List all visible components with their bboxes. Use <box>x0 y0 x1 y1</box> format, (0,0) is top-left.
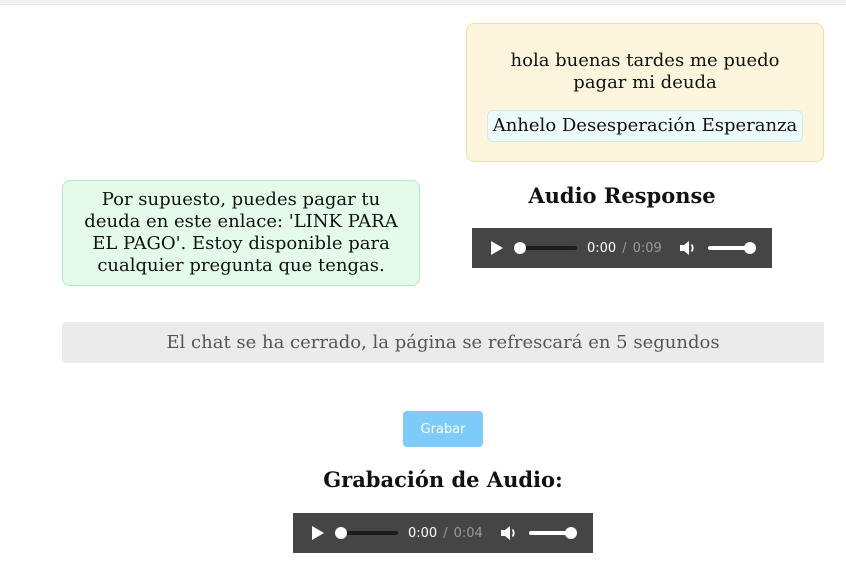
volume-icon[interactable] <box>500 525 518 541</box>
seek-slider[interactable] <box>335 527 398 539</box>
seek-knob[interactable] <box>335 527 347 539</box>
bot-message-text: Por supuesto, puedes pagar tu deuda en e… <box>84 189 398 276</box>
seek-knob[interactable] <box>514 242 526 254</box>
user-message-bubble: hola buenas tardes me puedo pagar mi deu… <box>466 23 824 162</box>
duration: 0:09 <box>632 240 662 256</box>
recording-player[interactable]: 0:00 / 0:04 <box>293 513 593 553</box>
audio-response-player[interactable]: 0:00 / 0:09 <box>472 228 772 268</box>
recording-heading: Grabación de Audio: <box>323 467 563 492</box>
volume-slider[interactable] <box>707 242 756 254</box>
current-time: 0:00 <box>587 240 617 256</box>
seek-slider[interactable] <box>514 242 577 254</box>
record-button[interactable]: Grabar <box>403 411 483 447</box>
volume-knob[interactable] <box>743 242 756 254</box>
volume-knob[interactable] <box>564 527 577 539</box>
volume-icon[interactable] <box>679 240 697 256</box>
play-icon[interactable] <box>491 241 503 255</box>
top-divider <box>0 0 846 5</box>
volume-slider[interactable] <box>528 527 577 539</box>
emotion-tags: Anhelo Desesperación Esperanza <box>486 110 804 142</box>
time-display: 0:00 / 0:09 <box>587 241 662 256</box>
duration: 0:04 <box>453 525 483 541</box>
current-time: 0:00 <box>408 525 438 541</box>
user-message-text: hola buenas tardes me puedo pagar mi deu… <box>510 50 780 93</box>
time-display: 0:00 / 0:04 <box>408 526 483 541</box>
time-separator: / <box>443 525 448 541</box>
bot-message-bubble: Por supuesto, puedes pagar tu deuda en e… <box>62 180 420 286</box>
play-icon[interactable] <box>312 526 324 540</box>
chat-closed-notice: El chat se ha cerrado, la página se refr… <box>62 322 824 363</box>
time-separator: / <box>622 240 627 256</box>
audio-response-heading: Audio Response <box>528 183 716 208</box>
